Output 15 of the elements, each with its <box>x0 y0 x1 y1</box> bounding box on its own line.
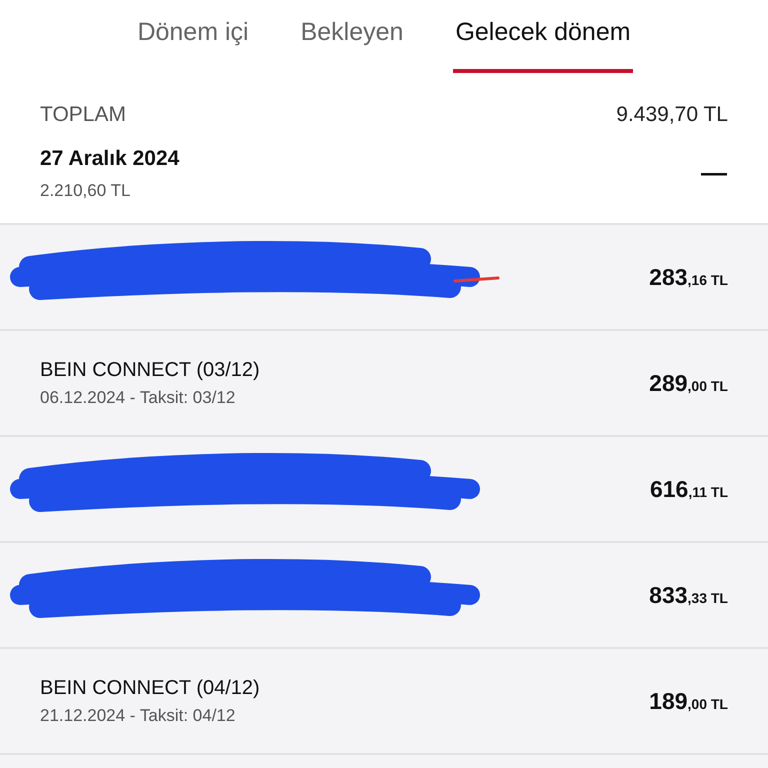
transaction-title: BEIN CONNECT (03/12) <box>40 358 260 382</box>
total-amount: 9.439,70 TL <box>616 103 728 127</box>
tab[interactable]: Bekleyen <box>298 14 406 73</box>
total-label: TOPLAM <box>40 103 126 127</box>
transaction-amount: 616,11 TL <box>650 476 728 502</box>
group-date: 27 Aralık 2024 <box>40 147 180 171</box>
transaction-amount: 283,16 TL <box>649 264 728 290</box>
transaction-title: BEIN CONNECT (04/12) <box>40 676 260 700</box>
transaction-amount: 289,00 TL <box>649 370 728 396</box>
group-amount: 2.210,60 TL <box>40 181 132 201</box>
tab[interactable]: Dönem içi <box>135 14 251 73</box>
transaction-amount: 189,00 TL <box>649 688 728 714</box>
transaction-amount: 833,33 TL <box>649 582 728 608</box>
transaction-subtitle: 21.12.2024 - Taksit: 04/12 <box>40 706 236 726</box>
transaction-subtitle: 06.12.2024 - Taksit: 03/12 <box>40 388 236 408</box>
